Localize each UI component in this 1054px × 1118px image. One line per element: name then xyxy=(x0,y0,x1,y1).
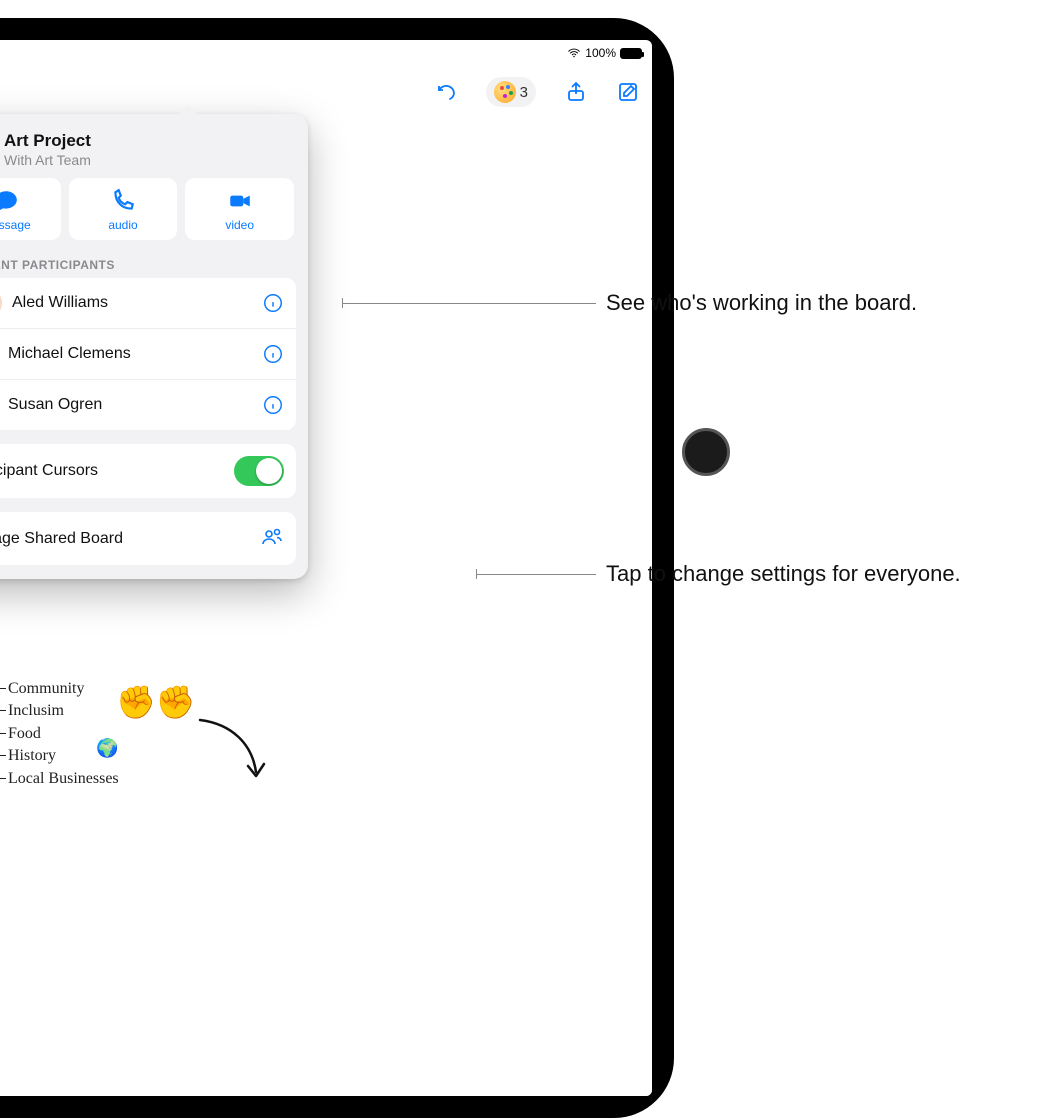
participant-cursors-row: Participant Cursors xyxy=(0,444,296,498)
status-bar: 100% xyxy=(557,40,652,66)
manage-shared-board-button[interactable]: Manage Shared Board xyxy=(0,512,296,565)
participant-row: 🧑 Aled Williams xyxy=(0,278,296,328)
participant-cursors-toggle[interactable] xyxy=(234,456,284,486)
canvas-branch-list: Community Inclusim Food History Local Bu… xyxy=(0,678,119,790)
share-button[interactable] xyxy=(564,80,588,104)
message-button[interactable]: message xyxy=(0,178,61,240)
participant-info-button[interactable] xyxy=(262,292,284,314)
manage-icon xyxy=(260,524,284,553)
collab-count: 3 xyxy=(520,84,528,101)
fist-stickers: ✊✊ xyxy=(116,683,196,721)
callout-leader-line xyxy=(342,303,596,304)
avatar: 🧑 xyxy=(0,288,2,318)
info-icon xyxy=(262,292,284,314)
video-icon xyxy=(227,188,253,214)
audio-label: audio xyxy=(108,218,137,232)
action-row: message audio video xyxy=(0,178,296,240)
participant-name: Michael Clemens xyxy=(8,345,252,363)
battery-percent: 100% xyxy=(585,46,616,60)
phone-icon xyxy=(110,188,136,214)
undo-button[interactable] xyxy=(434,80,458,104)
manage-label: Manage Shared Board xyxy=(0,530,123,548)
participant-row: 🧑 Susan Ogren xyxy=(0,379,296,430)
participant-cursors-label: Participant Cursors xyxy=(0,462,98,480)
ipad-frame: 100% 3 xyxy=(0,18,674,1118)
battery-icon xyxy=(620,48,642,59)
video-button[interactable]: video xyxy=(185,178,294,240)
collaboration-button[interactable]: 3 xyxy=(486,77,536,107)
hand-drawn-arrow xyxy=(192,714,272,784)
participant-name: Susan Ogren xyxy=(8,396,252,414)
wifi-icon xyxy=(567,46,581,60)
participant-row: 🧑 Michael Clemens xyxy=(0,328,296,379)
message-icon xyxy=(0,188,19,214)
participant-info-button[interactable] xyxy=(262,394,284,416)
callout-tick xyxy=(342,298,343,308)
ipad-screen: 100% 3 xyxy=(0,40,652,1096)
message-label: message xyxy=(0,218,31,232)
globe-sticker: 🌍 xyxy=(96,738,118,759)
participant-info-button[interactable] xyxy=(262,343,284,365)
toolbar: 3 xyxy=(0,70,652,114)
palette-icon xyxy=(494,81,516,103)
participants-card: 🧑 Aled Williams 🧑 Michael Clemens xyxy=(0,278,296,430)
callout-leader-line xyxy=(476,574,596,575)
callout-tick xyxy=(476,569,477,579)
audio-button[interactable]: audio xyxy=(69,178,178,240)
callout-manage: Tap to change settings for everyone. xyxy=(606,559,966,589)
board-title: Art Project xyxy=(4,131,91,151)
collaboration-popover: Art Project With Art Team message audio … xyxy=(0,114,308,579)
participants-section-label: CURRENT PARTICIPANTS xyxy=(0,258,290,272)
board-subtitle: With Art Team xyxy=(4,152,91,168)
callout-participants: See who's working in the board. xyxy=(606,288,966,318)
video-label: video xyxy=(225,218,254,232)
popover-header: Art Project With Art Team xyxy=(0,126,296,178)
home-button[interactable] xyxy=(682,428,730,476)
participant-name: Aled Williams xyxy=(12,294,252,312)
info-icon xyxy=(262,343,284,365)
info-icon xyxy=(262,394,284,416)
compose-button[interactable] xyxy=(616,80,640,104)
